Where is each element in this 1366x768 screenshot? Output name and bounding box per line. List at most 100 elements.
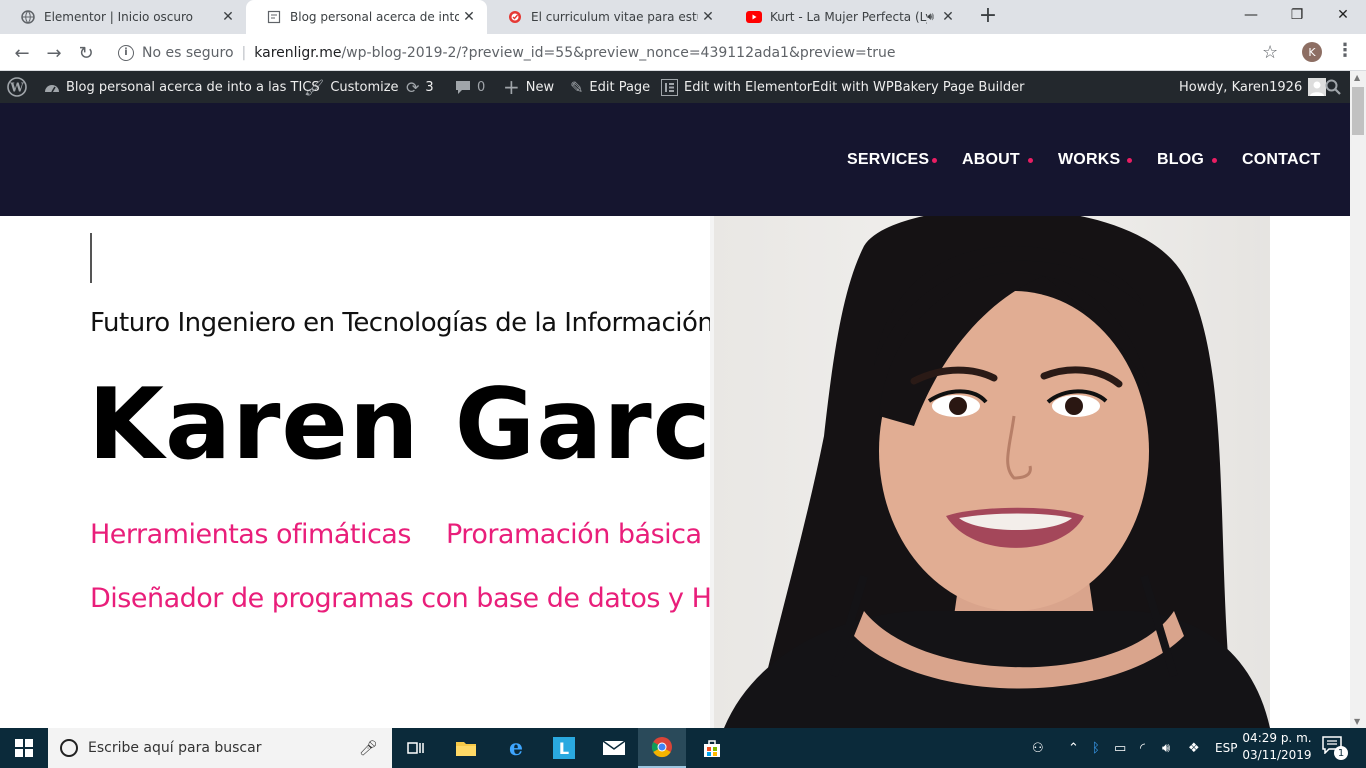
scroll-up-icon[interactable]: ▲ xyxy=(1354,73,1360,82)
new-label: New xyxy=(525,79,555,95)
info-icon[interactable]: i xyxy=(118,44,134,61)
menu-kebab-icon[interactable]: ⋮ xyxy=(1336,40,1354,61)
language-indicator[interactable]: ESP xyxy=(1215,728,1237,768)
nav-blog[interactable]: BLOG xyxy=(1157,151,1204,169)
forward-icon[interactable]: → xyxy=(42,41,66,65)
windows-taskbar: Escribe aquí para buscar 🎤︎ e L ⚇ ⌃ ᛒ ▭ … xyxy=(0,728,1366,768)
tab-title: Blog personal acerca de into a las TICS xyxy=(290,10,459,24)
nav-separator-dot xyxy=(932,158,937,163)
updates-count: 3 xyxy=(425,79,434,95)
task-view-icon[interactable] xyxy=(392,728,440,768)
wp-admin-bar: W Blog personal acerca de into a las TIC… xyxy=(0,71,1350,103)
minimize-icon[interactable]: — xyxy=(1228,0,1274,30)
edit-page-label: Edit Page xyxy=(589,79,651,95)
adminbar-howdy[interactable]: Howdy, Karen1926 xyxy=(1179,71,1327,103)
dashboard-icon xyxy=(44,80,60,94)
tab-title: Elementor | Inicio oscuro xyxy=(44,10,194,24)
plus-icon: + xyxy=(503,75,520,99)
nav-separator-dot xyxy=(1127,158,1132,163)
elementor-icon xyxy=(661,78,678,96)
nav-separator-dot xyxy=(1028,158,1033,163)
store-icon[interactable] xyxy=(688,728,736,768)
scrollbar-thumb[interactable] xyxy=(1352,87,1364,135)
back-icon[interactable]: ← xyxy=(10,41,34,65)
comments-count: 0 xyxy=(477,79,486,95)
tray-overflow-icon[interactable]: ⌃ xyxy=(1068,728,1079,768)
new-tab-button[interactable]: + xyxy=(976,5,1000,29)
adminbar-edit-wpbakery[interactable]: Edit with WPBakery Page Builder xyxy=(812,71,1024,103)
file-explorer-icon[interactable] xyxy=(442,728,490,768)
speaker-icon: 🔊︎ xyxy=(927,10,934,23)
close-icon[interactable]: ✕ xyxy=(218,9,238,25)
adminbar-edit-elementor[interactable]: Edit with Elementor xyxy=(661,71,812,103)
skill-item: Proramación básica xyxy=(446,519,702,550)
wordpress-logo-icon[interactable]: W xyxy=(7,71,27,103)
youtube-icon xyxy=(746,9,762,25)
wifi-icon[interactable]: ◜ xyxy=(1140,728,1145,768)
adminbar-comments[interactable]: 0 xyxy=(455,71,485,103)
battery-icon[interactable]: ▭ xyxy=(1114,728,1126,768)
skill-item: Herramientas ofimáticas xyxy=(90,519,411,550)
close-icon[interactable]: ✕ xyxy=(698,9,718,25)
people-icon[interactable]: ⚇ xyxy=(1032,728,1044,768)
url-path: /wp-blog-2019-2/?preview_id=55&preview_n… xyxy=(341,44,896,61)
close-icon[interactable]: ✕ xyxy=(459,9,479,25)
close-icon[interactable]: ✕ xyxy=(938,9,958,25)
divider: | xyxy=(241,44,247,61)
taskbar-search-input[interactable]: Escribe aquí para buscar 🎤︎ xyxy=(48,728,392,768)
tab-title: El curriculum vitae para estudiantes xyxy=(531,10,698,24)
tab-blog[interactable]: Blog personal acerca de into a las TICS … xyxy=(246,0,487,34)
maximize-icon[interactable]: ❐ xyxy=(1274,0,1320,30)
adminbar-customize[interactable]: 🖌︎ Customize xyxy=(304,71,399,103)
dropbox-icon[interactable]: ❖ xyxy=(1188,728,1200,768)
bookmark-star-icon[interactable]: ☆ xyxy=(1262,42,1278,63)
tab-elementor[interactable]: Elementor | Inicio oscuro ✕ xyxy=(0,0,246,34)
nav-services[interactable]: SERVICES xyxy=(847,151,929,169)
hero-section: Futuro Ingeniero en Tecnologías de la In… xyxy=(0,216,1350,728)
tab-title: Kurt - La Mujer Perfecta (Lyrics) xyxy=(770,10,927,24)
nav-works[interactable]: WORKS xyxy=(1058,151,1120,169)
volume-icon[interactable]: 🔊︎ xyxy=(1162,728,1170,768)
chrome-icon[interactable] xyxy=(638,728,686,768)
updates-icon: ⟳ xyxy=(406,77,420,97)
notification-center-icon[interactable]: 1 xyxy=(1322,736,1348,760)
l-app-icon[interactable]: L xyxy=(540,728,588,768)
hero-name: Karen Garcia xyxy=(88,368,814,482)
browser-tab-strip: Elementor | Inicio oscuro ✕ Blog persona… xyxy=(0,0,1366,34)
adminbar-updates[interactable]: ⟳ 3 xyxy=(406,71,434,103)
clock-date: 03/11/2019 xyxy=(1242,748,1312,762)
tab-curriculum[interactable]: El curriculum vitae para estudiantes ✕ xyxy=(487,0,726,34)
bluetooth-icon[interactable]: ᛒ xyxy=(1092,728,1100,768)
taskbar-clock[interactable]: 04:29 p. m. 03/11/2019 xyxy=(1240,730,1314,764)
browser-toolbar: ← → ↻ i No es seguro | karenligr.me /wp-… xyxy=(0,34,1366,71)
security-label[interactable]: No es seguro xyxy=(142,45,234,61)
adminbar-search-icon[interactable] xyxy=(1325,71,1341,103)
adminbar-site-name[interactable]: Blog personal acerca de into a las TICS xyxy=(44,71,320,103)
adminbar-edit-page[interactable]: ✎ Edit Page xyxy=(570,71,650,103)
windows-start-icon[interactable] xyxy=(0,728,48,768)
pencil-icon: ✎ xyxy=(570,77,584,97)
edge-browser-icon[interactable]: e xyxy=(492,728,540,768)
customize-label: Customize xyxy=(330,79,399,95)
mail-icon[interactable] xyxy=(590,728,638,768)
howdy-label: Howdy, Karen1926 xyxy=(1179,79,1303,95)
clock-time: 04:29 p. m. xyxy=(1242,731,1312,745)
profile-avatar[interactable]: K xyxy=(1302,42,1322,62)
nav-about[interactable]: ABOUT xyxy=(962,151,1020,169)
reload-icon[interactable]: ↻ xyxy=(74,41,98,65)
scroll-down-icon[interactable]: ▼ xyxy=(1354,717,1360,726)
search-placeholder: Escribe aquí para buscar xyxy=(88,740,262,756)
hero-subtitle: Futuro Ingeniero en Tecnologías de la In… xyxy=(90,308,714,338)
tab-youtube[interactable]: Kurt - La Mujer Perfecta (Lyrics) 🔊︎ ✕ xyxy=(726,0,966,34)
decorative-line xyxy=(90,233,92,283)
page-scrollbar[interactable]: ▲ ▼ xyxy=(1350,71,1366,728)
url-host: karenligr.me xyxy=(254,44,342,61)
adminbar-new[interactable]: + New xyxy=(503,71,554,103)
address-bar[interactable]: i No es seguro | karenligr.me /wp-blog-2… xyxy=(108,38,1294,67)
globe-icon xyxy=(20,9,36,25)
nav-contact[interactable]: CONTACT xyxy=(1242,151,1320,169)
brush-icon: 🖌︎ xyxy=(304,77,325,97)
microphone-icon[interactable]: 🎤︎ xyxy=(359,739,378,757)
target-icon xyxy=(507,9,523,25)
window-close-icon[interactable]: ✕ xyxy=(1320,0,1366,30)
